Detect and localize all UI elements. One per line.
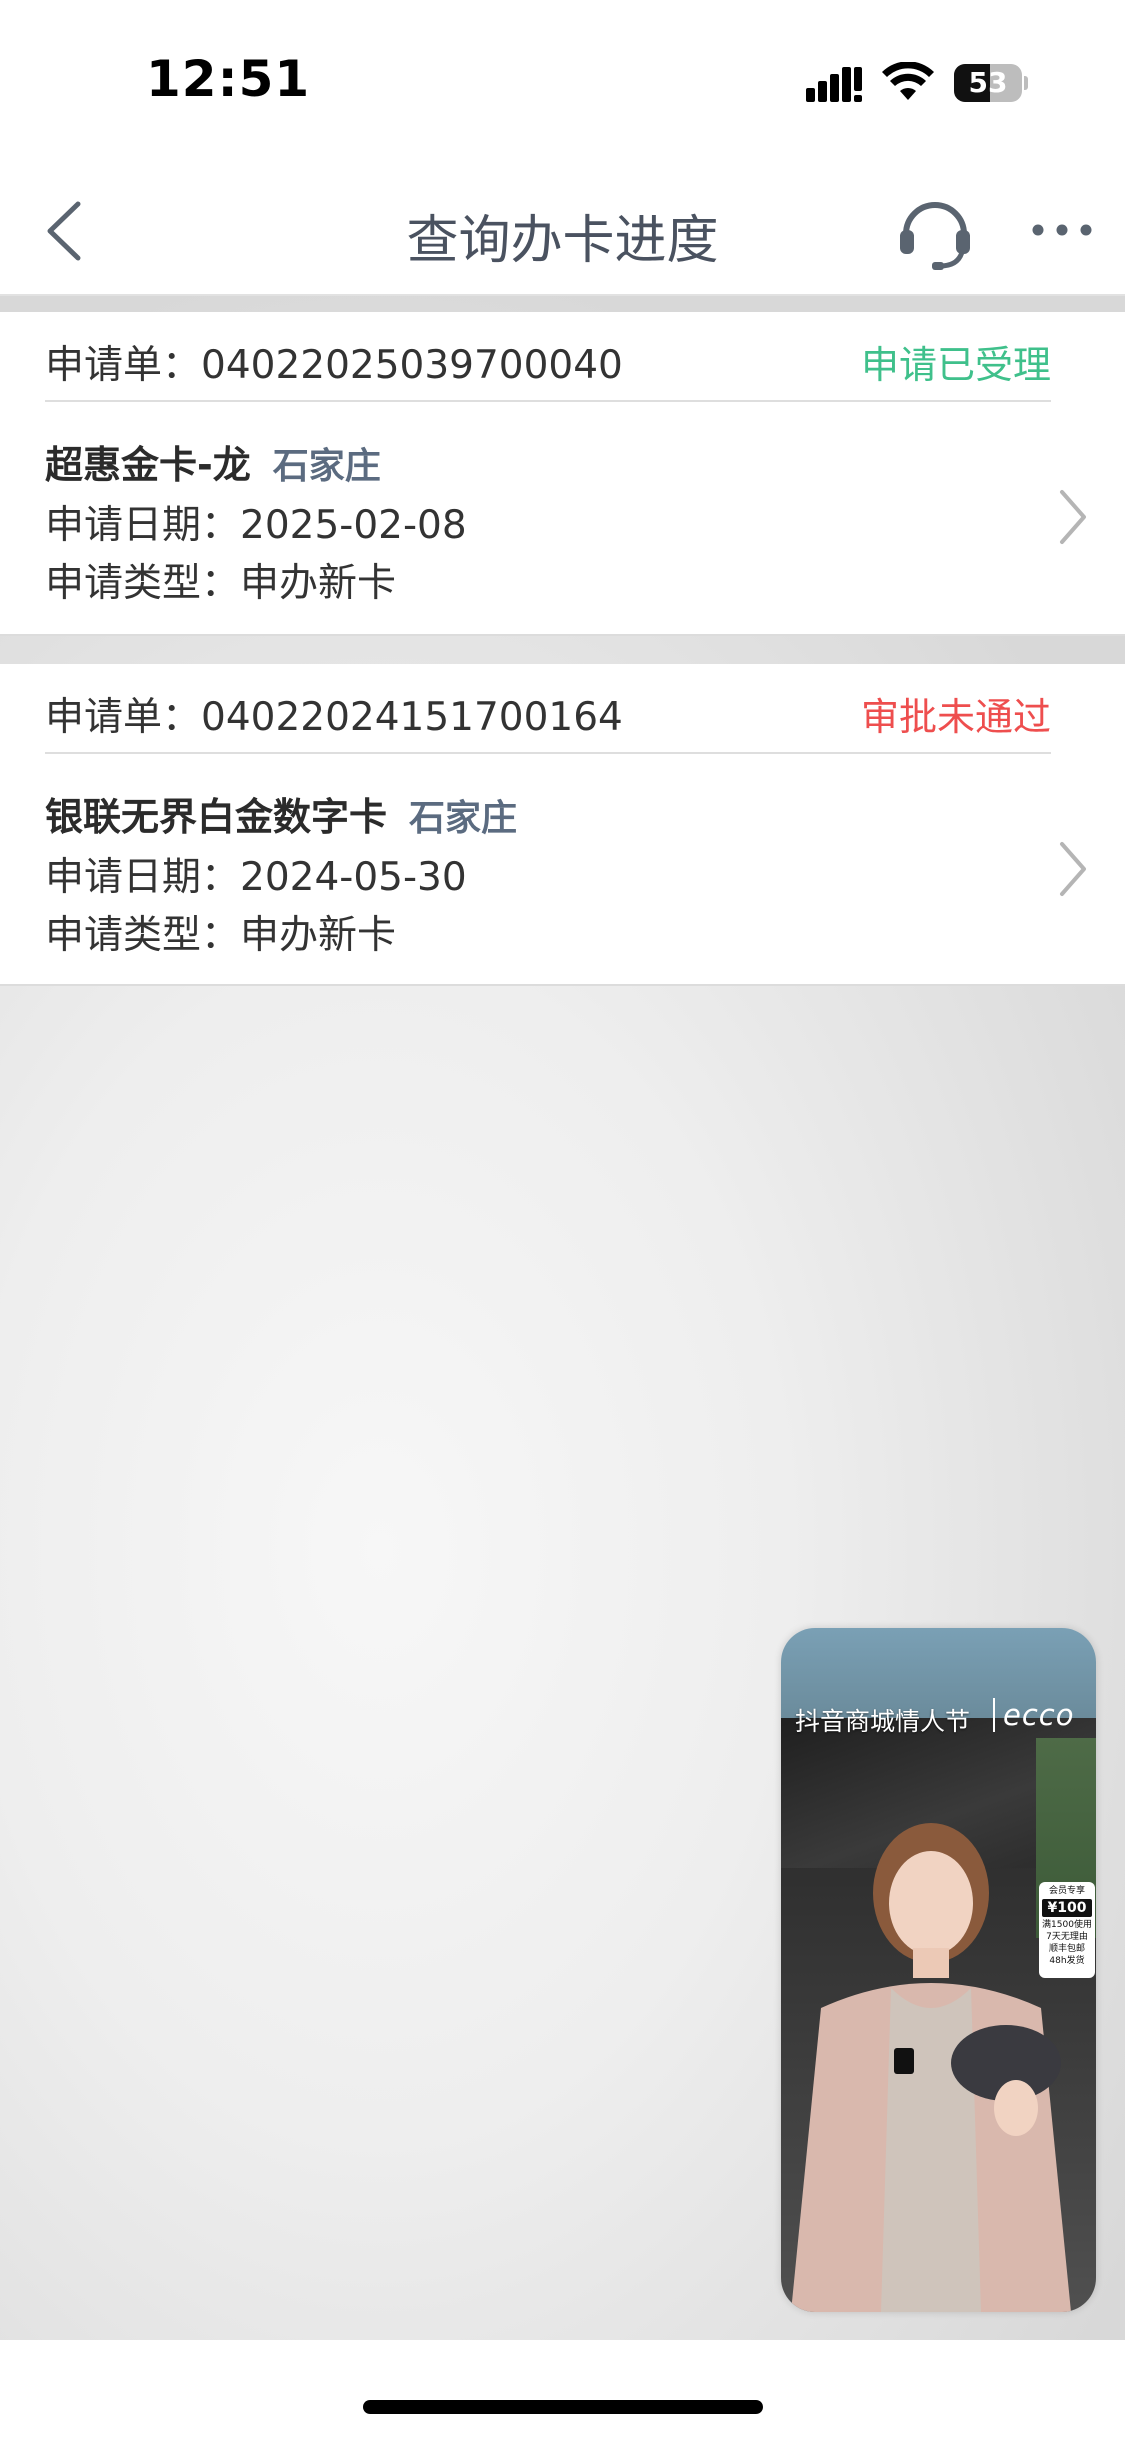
navigation-bar: 查询办卡进度: [0, 160, 1125, 296]
status-time: 12:51: [146, 50, 311, 108]
promo-header: 会员专享: [1048, 1886, 1085, 1896]
application-type: 申请类型：申办新卡: [45, 561, 397, 606]
application-date: 申请日期：2025-02-08: [45, 503, 467, 548]
cellular-signal-icon: [806, 67, 862, 102]
promo-line: 48h发货: [1049, 1956, 1085, 1966]
bottom-safe-area: [0, 2340, 1125, 2439]
brand-logo: ecco: [993, 1698, 1074, 1732]
card-name-text: 超惠金卡-龙: [45, 443, 251, 487]
promo-line: 满1500使用: [1042, 1920, 1092, 1930]
wifi-icon: [882, 62, 934, 100]
promo-price: ¥100: [1042, 1899, 1092, 1917]
card-product-name: 超惠金卡-龙 石家庄: [45, 434, 381, 489]
home-indicator[interactable]: [363, 2400, 763, 2414]
video-title: 抖音商城情人节: [795, 1707, 971, 1736]
promo-coupon-tag: 会员专享 ¥100 满1500使用 7天无理由 顺丰包邮 48h发货: [1039, 1882, 1095, 1978]
promo-line: 顺丰包邮: [1048, 1944, 1085, 1954]
application-status-badge: 审批未通过: [860, 695, 1051, 739]
customer-service-headset-icon[interactable]: [896, 194, 974, 270]
card-city: 石家庄: [272, 446, 381, 487]
chevron-right-icon[interactable]: [1056, 840, 1090, 898]
battery-icon: 53: [954, 64, 1028, 102]
application-number: 申请单：04022024151700164: [45, 695, 623, 740]
card-name-text: 银联无界白金数字卡: [45, 795, 388, 839]
battery-percent: 53: [968, 66, 1008, 99]
application-status-badge: 申请已受理: [860, 343, 1051, 387]
card-city: 石家庄: [409, 798, 518, 839]
card-product-name: 银联无界白金数字卡 石家庄: [45, 786, 517, 841]
application-number: 申请单：04022025039700040: [45, 343, 623, 388]
promo-line: 7天无理由: [1046, 1932, 1088, 1942]
status-bar: 12:51 53: [0, 0, 1125, 160]
application-card[interactable]: 申请单：04022025039700040 申请已受理 超惠金卡-龙 石家庄 申请…: [0, 312, 1125, 636]
chevron-right-icon[interactable]: [1056, 488, 1090, 546]
application-date: 申请日期：2024-05-30: [45, 855, 467, 900]
video-presenter-image: [791, 1823, 1071, 2312]
application-type: 申请类型：申办新卡: [45, 913, 397, 958]
application-header: 申请单：04022025039700040 申请已受理: [45, 312, 1051, 402]
more-options-icon[interactable]: [1030, 220, 1094, 240]
application-card[interactable]: 申请单：04022024151700164 审批未通过 银联无界白金数字卡 石家庄…: [0, 664, 1125, 986]
application-header: 申请单：04022024151700164 审批未通过: [45, 664, 1051, 754]
floating-video-ad[interactable]: 抖音商城情人节 ecco 会员专享 ¥100 满1500使用 7天无理由 顺丰包…: [781, 1628, 1096, 2312]
